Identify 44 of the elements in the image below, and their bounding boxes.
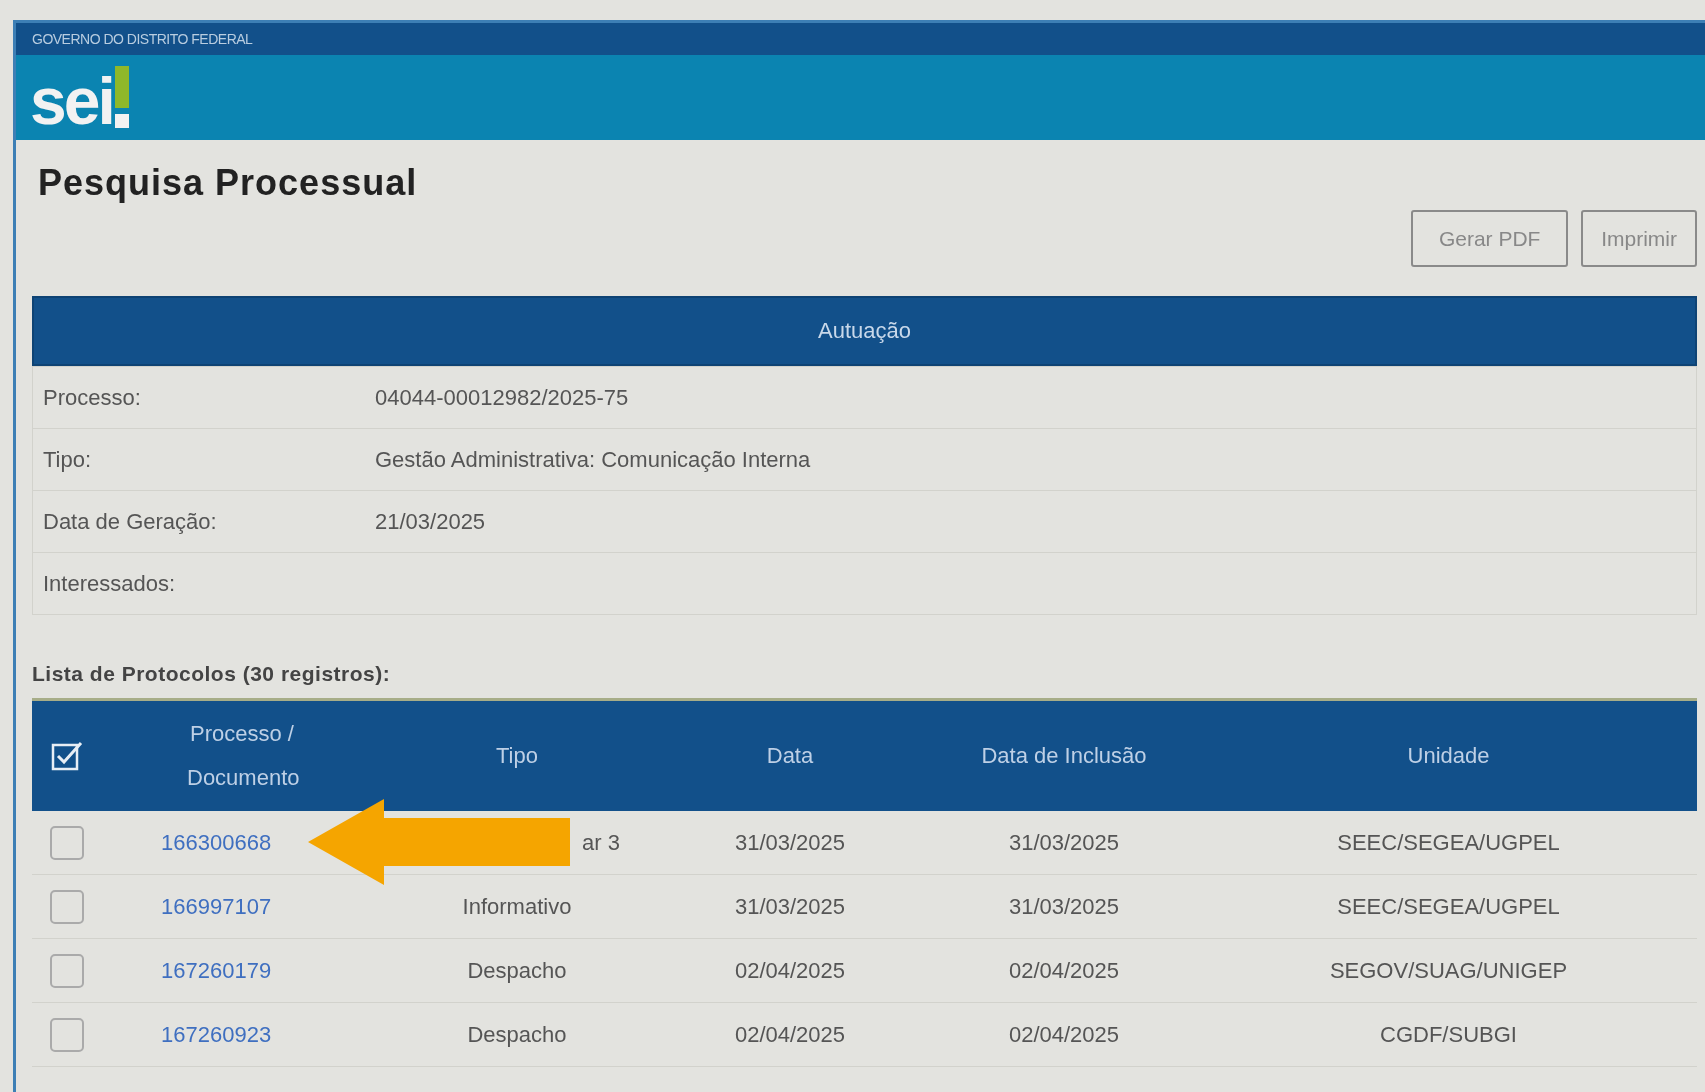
table-cell: ar 3 [582, 829, 620, 855]
table-cell: 31/03/2025 [1008, 893, 1120, 919]
field-label: Data de Geração: [43, 508, 218, 535]
field-label: Processo: [43, 384, 142, 411]
table-cell: 31/03/2025 [734, 829, 846, 855]
table-cell: Despacho [467, 957, 567, 983]
table-cell: Informativo [462, 893, 572, 919]
table-cell: SEEC/SEGEA/UGPEL [1337, 893, 1560, 919]
table-cell: CGDF/SUBGI [1380, 1021, 1517, 1047]
table-cell: Despacho [467, 1021, 567, 1047]
logo-text: sei [30, 67, 113, 134]
page-title: Pesquisa Processual [38, 162, 419, 204]
row-checkbox[interactable] [50, 953, 84, 988]
column-header[interactable]: Unidade [1200, 734, 1697, 778]
document-link[interactable]: 166997107 [161, 893, 272, 919]
government-name: GOVERNO DO DISTRITO FEDERAL [32, 31, 253, 47]
column-header[interactable]: Tipo [382, 734, 652, 778]
document-link[interactable]: 167260179 [161, 957, 272, 983]
table-cell: 02/04/2025 [734, 1021, 846, 1047]
section-title: Autuação [818, 318, 911, 344]
field-label: Interessados: [43, 570, 177, 597]
field-value: 21/03/2025 [375, 508, 486, 535]
column-header[interactable]: Processo / Documento [187, 712, 297, 800]
row-checkbox[interactable] [50, 1017, 84, 1052]
select-all-icon[interactable] [50, 739, 84, 773]
table-cell: 02/04/2025 [734, 957, 846, 983]
row-checkbox[interactable] [50, 825, 84, 860]
table-cell: 31/03/2025 [1008, 829, 1120, 855]
document-link[interactable]: 167260923 [161, 1021, 272, 1047]
field-value: 04044-00012982/2025-75 [375, 384, 629, 411]
table-cell: SEEC/SEGEA/UGPEL [1337, 829, 1560, 855]
action-button[interactable]: Gerar PDF [1411, 210, 1569, 267]
column-header[interactable]: Data [652, 734, 928, 778]
row-checkbox[interactable] [50, 889, 84, 924]
table-cell: SEGOV/SUAG/UNIGEP [1329, 957, 1568, 983]
field-label: Tipo: [43, 446, 93, 473]
action-button[interactable]: Imprimir [1581, 210, 1697, 267]
column-header[interactable]: Data de Inclusão [928, 734, 1200, 778]
list-caption: Lista de Protocolos (30 registros): [32, 662, 392, 686]
table-cell: 02/04/2025 [1008, 1021, 1120, 1047]
document-link[interactable]: 166300668 [161, 829, 272, 855]
field-value: Gestão Administrativa: Comunicação Interna [375, 446, 811, 473]
table-cell: 02/04/2025 [1008, 957, 1120, 983]
table-cell: 31/03/2025 [734, 893, 846, 919]
